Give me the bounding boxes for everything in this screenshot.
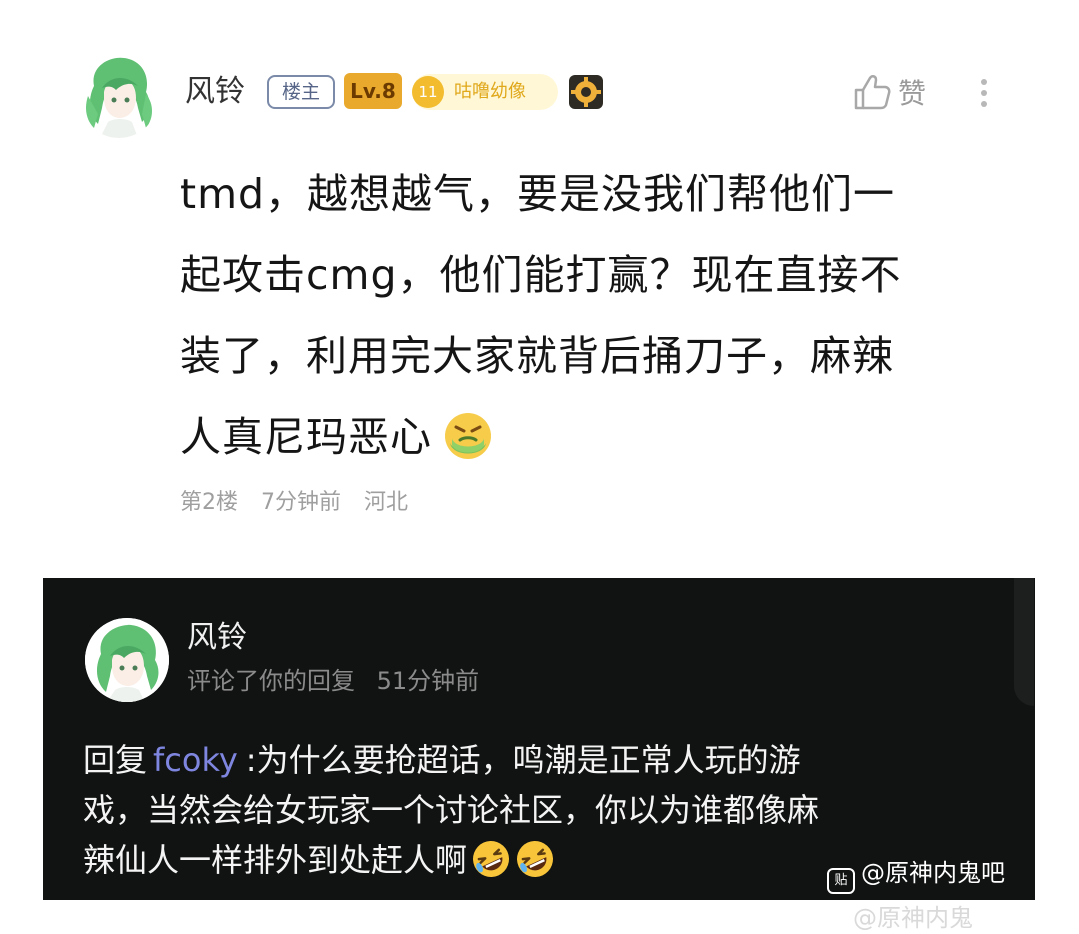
like-label: 赞 <box>898 77 927 110</box>
level-badge: Lv.8 <box>344 73 402 109</box>
title-badge-label: 咕噜幼像 <box>454 81 526 102</box>
body-text: :为什么要抢超话，鸣潮是正常人玩的游 <box>245 741 801 779</box>
content-line: 装了，利用完大家就背后捅刀子，麻辣 <box>180 332 894 380</box>
tieba-logo-icon: 贴 <box>827 868 855 894</box>
post-location: 河北 <box>364 490 409 515</box>
title-badge[interactable]: 11 咕噜幼像 <box>412 74 558 110</box>
reply-prefix: 回复 <box>83 741 148 779</box>
content-line: 起攻击cmg，他们能打赢？现在直接不 <box>180 251 902 299</box>
screenshot-page: 风铃 楼主 Lv.8 11 咕噜幼像 赞 tmd，越想越气，要是没我们帮他们一 … <box>0 0 1079 934</box>
card-edge-decoration <box>1014 578 1034 706</box>
watermark-text: @原神内鬼吧 <box>861 859 1005 887</box>
nauseated-face-icon <box>445 413 491 459</box>
anime-girl-avatar-icon <box>85 618 169 702</box>
more-vertical-icon[interactable] <box>970 74 998 114</box>
thumbs-up-icon <box>854 75 891 110</box>
post-card: 风铃 楼主 Lv.8 11 咕噜幼像 赞 tmd，越想越气，要是没我们帮他们一 … <box>0 0 1079 560</box>
rofl-face-icon <box>473 841 510 877</box>
notification-username[interactable]: 风铃 <box>187 618 247 658</box>
gear-badge-icon <box>568 74 604 110</box>
notification-time: 51分钟前 <box>376 667 480 695</box>
content-line-last: 人真尼玛恶心 <box>180 397 1010 478</box>
notification-subtitle: 评论了你的回复 51分钟前 <box>187 663 493 699</box>
body-text: 辣仙人一样排外到处赶人啊 <box>83 841 468 879</box>
post-time: 7分钟前 <box>261 490 341 515</box>
floor-number: 第2楼 <box>180 490 238 515</box>
rofl-face-icon <box>517 841 554 877</box>
watermark-secondary: @原神内鬼 <box>853 904 973 932</box>
like-button[interactable]: 赞 <box>852 72 942 116</box>
notification-action: 评论了你的回复 <box>187 667 355 695</box>
post-meta: 第2楼 7分钟前 河北 <box>180 486 424 520</box>
mention-link[interactable]: fcoky <box>153 741 238 779</box>
content-line: tmd，越想越气，要是没我们帮他们一 <box>180 170 896 218</box>
post-username[interactable]: 风铃 <box>185 70 245 114</box>
body-line: 戏，当然会给女玩家一个讨论社区，你以为谁都像麻 <box>83 791 820 829</box>
notification-avatar[interactable] <box>85 618 169 702</box>
anime-girl-avatar-icon <box>80 52 158 138</box>
user-avatar[interactable] <box>80 52 158 138</box>
owner-badge: 楼主 <box>267 75 335 109</box>
gem-level-icon: 11 <box>412 76 444 108</box>
content-line-text: 人真尼玛恶心 <box>180 413 432 461</box>
post-content: tmd，越想越气，要是没我们帮他们一 起攻击cmg，他们能打赢？现在直接不 装了… <box>180 154 1010 478</box>
body-line: 回复 fcoky:为什么要抢超话，鸣潮是正常人玩的游 <box>83 735 1003 785</box>
watermark: 贴 @原神内鬼吧 <box>827 856 1005 894</box>
